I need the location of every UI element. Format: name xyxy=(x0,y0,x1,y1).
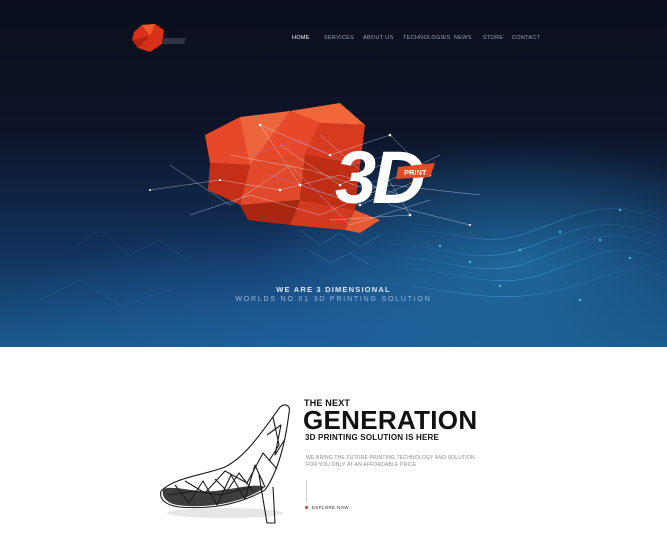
explore-now-link[interactable]: EXPLORE NOW xyxy=(305,505,349,510)
nav-item-contact[interactable]: CONTACT xyxy=(512,35,540,41)
nav-item-about-us[interactable]: ABOUT US xyxy=(363,35,393,41)
feature-section: THE NEXT GENERATION 3D PRINTING SOLUTION… xyxy=(0,347,667,547)
feature-description: WE BRING THE FUTURE PRINTING TECHNOLOGY … xyxy=(306,455,475,468)
nav-item-technologies[interactable]: TECHNOLOGIES xyxy=(403,35,450,41)
feature-subtitle: 3D PRINTING SOLUTION IS HERE xyxy=(305,433,440,442)
hero-section: HOME SERVICES ABOUT US TECHNOLOGIES NEWS… xyxy=(0,0,667,347)
3d-printed-shoe-icon xyxy=(160,404,290,524)
hero-tagline: WE ARE 3 DIMENSIONAL xyxy=(276,285,391,294)
hero-print-badge: PRINT xyxy=(404,168,427,177)
main-nav: HOME SERVICES ABOUT US TECHNOLOGIES NEWS… xyxy=(0,35,667,47)
nav-item-news[interactable]: NEWS xyxy=(454,35,472,41)
nav-item-store[interactable]: STORE xyxy=(483,35,503,41)
feature-title-big: GENERATION xyxy=(303,405,478,435)
feature-divider xyxy=(306,480,307,502)
explore-now-label: EXPLORE NOW xyxy=(312,505,349,510)
nav-item-services[interactable]: SERVICES xyxy=(324,35,354,41)
hero-subtagline: WORLDS NO.01 3D PRINTING SOLUTION xyxy=(235,296,432,303)
bullet-dot-icon xyxy=(305,506,308,509)
nav-item-home[interactable]: HOME xyxy=(292,35,310,41)
polygon-network-icon: 3D PRINT xyxy=(149,103,481,266)
